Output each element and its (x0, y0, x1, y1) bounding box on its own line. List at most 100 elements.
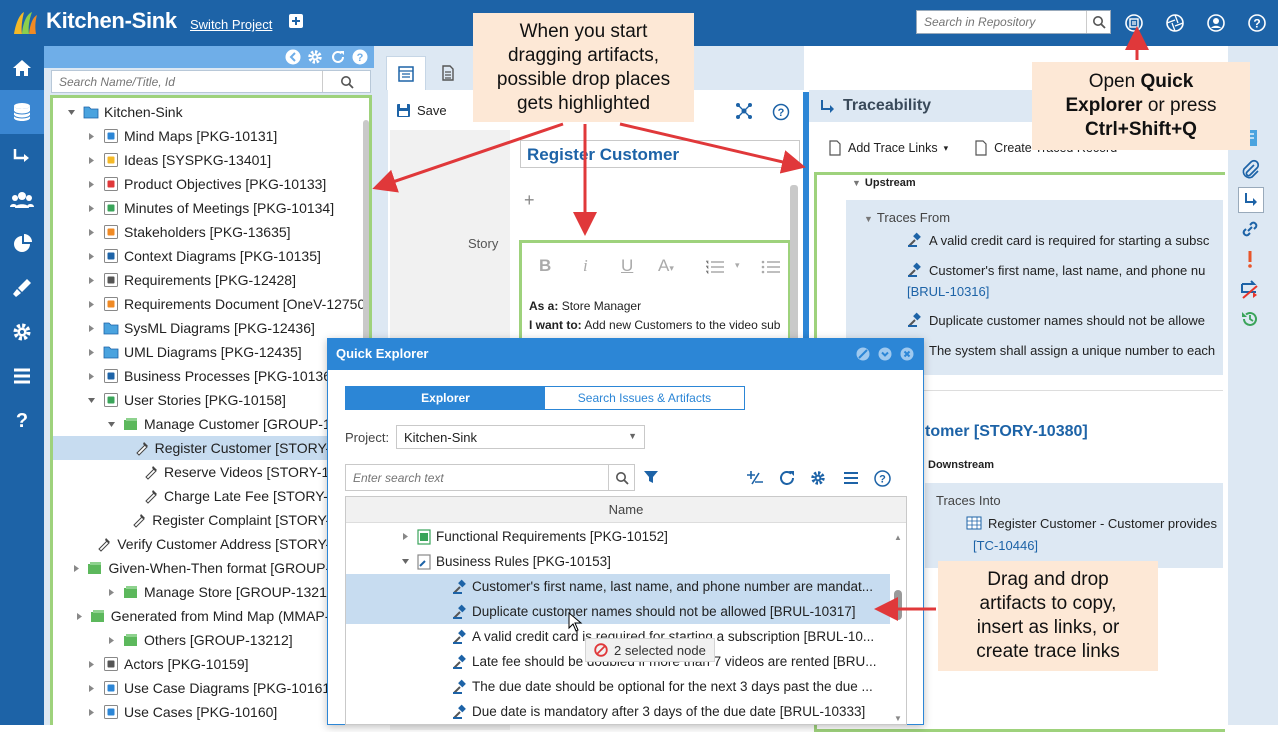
chevron-down-icon[interactable] (85, 394, 97, 406)
chevron-right-icon[interactable] (85, 298, 97, 310)
chevron-right-icon[interactable] (85, 130, 97, 142)
traceability-toggle-icon[interactable] (1238, 187, 1264, 213)
settings-icon[interactable] (0, 310, 44, 354)
tree-item[interactable]: Mind Maps [PKG-10131] (53, 124, 369, 148)
chevron-down-icon[interactable]: ▾ (735, 260, 740, 271)
chevron-down-icon[interactable] (398, 557, 412, 566)
tab-document[interactable] (428, 56, 468, 90)
back-icon[interactable] (285, 49, 301, 65)
menu-icon[interactable] (0, 354, 44, 398)
tree-item[interactable]: Context Diagrams [PKG-10135] (53, 244, 369, 268)
chevron-right-icon[interactable] (85, 322, 97, 334)
menu-icon[interactable] (843, 471, 859, 485)
current-artifact-label[interactable]: tomer [STORY-10380] (925, 423, 1088, 441)
chevron-right-icon[interactable] (85, 250, 97, 262)
chevron-right-icon[interactable] (105, 586, 117, 598)
tree-item[interactable]: Product Objectives [PKG-10133] (53, 172, 369, 196)
chevron-right-icon[interactable] (85, 202, 97, 214)
tree-item[interactable]: Minutes of Meetings [PKG-10134] (53, 196, 369, 220)
repository-search-input[interactable] (917, 11, 1085, 33)
tree-item[interactable]: Given-When-Then format [GROUP-13213] (53, 556, 369, 580)
scroll-up-icon[interactable]: ▲ (894, 533, 902, 542)
impact-analysis-icon[interactable] (1238, 277, 1262, 301)
tree-item[interactable]: User Stories [PKG-10158] (53, 388, 369, 412)
help-icon[interactable]: ? (352, 49, 368, 65)
add-icon[interactable] (288, 13, 304, 29)
project-select[interactable]: Kitchen-Sink ▼ (396, 425, 645, 449)
search-icon[interactable] (608, 465, 634, 490)
tree-item[interactable]: UML Diagrams [PKG-12435] (53, 340, 369, 364)
trace-from-item[interactable]: Duplicate customer names should not be a… (907, 312, 1205, 328)
home-icon[interactable] (0, 46, 44, 90)
chevron-right-icon[interactable] (75, 610, 84, 622)
search-icon[interactable] (322, 71, 370, 92)
trace-from-item-link[interactable]: [BRUL-10316] (907, 284, 989, 299)
qe-row[interactable]: Business Rules [PKG-10153] (346, 549, 890, 574)
tree-search[interactable] (51, 70, 371, 93)
tree-item[interactable]: Kitchen-Sink (53, 100, 369, 124)
tree-item[interactable]: Manage Customer [GROUP-13210] (53, 412, 369, 436)
chevron-right-icon[interactable] (105, 634, 117, 646)
chevron-right-icon[interactable] (85, 226, 97, 238)
add-trace-links-button[interactable]: Add Trace Links (848, 141, 938, 155)
tab-search-issues-artifacts[interactable]: Search Issues & Artifacts (545, 387, 744, 409)
tree-item[interactable]: Use Cases [PKG-10160] (53, 700, 369, 724)
attachment-icon[interactable] (1238, 157, 1262, 181)
tree-search-input[interactable] (52, 71, 322, 92)
refresh-icon[interactable] (330, 49, 346, 65)
font-color-icon[interactable]: A▾ (658, 256, 674, 276)
users-icon[interactable] (0, 178, 44, 222)
italic-icon[interactable]: i (583, 256, 588, 276)
close-icon[interactable] (900, 347, 914, 361)
tree-item[interactable]: Register Customer [STORY-10380] (53, 436, 369, 460)
tree-item[interactable]: Business Processes [PKG-10136] (53, 364, 369, 388)
scroll-down-icon[interactable]: ▼ (894, 714, 902, 723)
alert-icon[interactable] (1238, 247, 1262, 271)
network-icon[interactable] (735, 102, 753, 120)
trace-nav-icon[interactable] (0, 134, 44, 178)
repository-search[interactable] (916, 10, 1111, 34)
tree-item[interactable]: Register Complaint [STORY-10383] (53, 508, 369, 532)
qe-row[interactable]: Duplicate customer names should not be a… (346, 599, 890, 624)
chevron-right-icon[interactable] (85, 178, 97, 190)
ordered-list-icon[interactable] (705, 259, 725, 275)
trace-into-item-link[interactable]: [TC-10446] (973, 538, 1038, 553)
tree-item[interactable]: Requirements Document [OneV-12750] (53, 292, 369, 316)
switch-project-link[interactable]: Switch Project (190, 17, 272, 32)
filter-icon[interactable] (643, 469, 659, 485)
tree-item[interactable]: Actors [PKG-10159] (53, 652, 369, 676)
tools-icon[interactable] (0, 266, 44, 310)
qe-search[interactable] (345, 464, 635, 491)
chevron-down-icon[interactable] (65, 106, 77, 118)
chevron-right-icon[interactable] (85, 682, 97, 694)
tree-item[interactable]: Charge Late Fee [STORY-10382] (53, 484, 369, 508)
chevron-down-icon[interactable] (105, 418, 117, 430)
qe-scrollbar[interactable] (894, 590, 902, 620)
user-icon[interactable] (1206, 13, 1226, 33)
traces-into-header[interactable]: Traces Into (936, 493, 1001, 508)
save-button[interactable]: Save (396, 103, 447, 118)
chevron-right-icon[interactable] (85, 274, 97, 286)
repository-icon[interactable] (0, 90, 44, 134)
downstream-section[interactable]: Downstream (928, 459, 994, 471)
qe-row[interactable]: The due date should be optional for the … (346, 674, 890, 699)
bold-icon[interactable]: B (539, 256, 551, 276)
tab-form[interactable] (386, 56, 426, 90)
qe-row[interactable]: Functional Requirements [PKG-10152] (346, 524, 890, 549)
qe-row[interactable]: Due date is mandatory after 3 days of th… (346, 699, 890, 724)
gear-icon[interactable] (810, 470, 826, 486)
history-icon[interactable] (1238, 307, 1262, 331)
link-icon[interactable] (1238, 217, 1262, 241)
trace-from-item[interactable]: Customer's first name, last name, and ph… (907, 262, 1205, 278)
tree-item[interactable]: Ideas [SYSPKG-13401] (53, 148, 369, 172)
tree-item[interactable]: Use Case Diagrams [PKG-10161] (53, 676, 369, 700)
help-nav-icon[interactable]: ? (0, 398, 44, 442)
bullet-list-icon[interactable] (761, 259, 781, 275)
chevron-down-icon[interactable]: ▾ (944, 143, 949, 154)
qe-row[interactable]: Customer's first name, last name, and ph… (346, 574, 890, 599)
chevron-right-icon[interactable] (398, 532, 412, 541)
upstream-section[interactable]: ▼ Upstream (852, 177, 916, 189)
tree-item[interactable]: Verify Customer Address [STORY-10384] (53, 532, 369, 556)
reports-icon[interactable] (0, 222, 44, 266)
chevron-right-icon[interactable] (85, 346, 97, 358)
